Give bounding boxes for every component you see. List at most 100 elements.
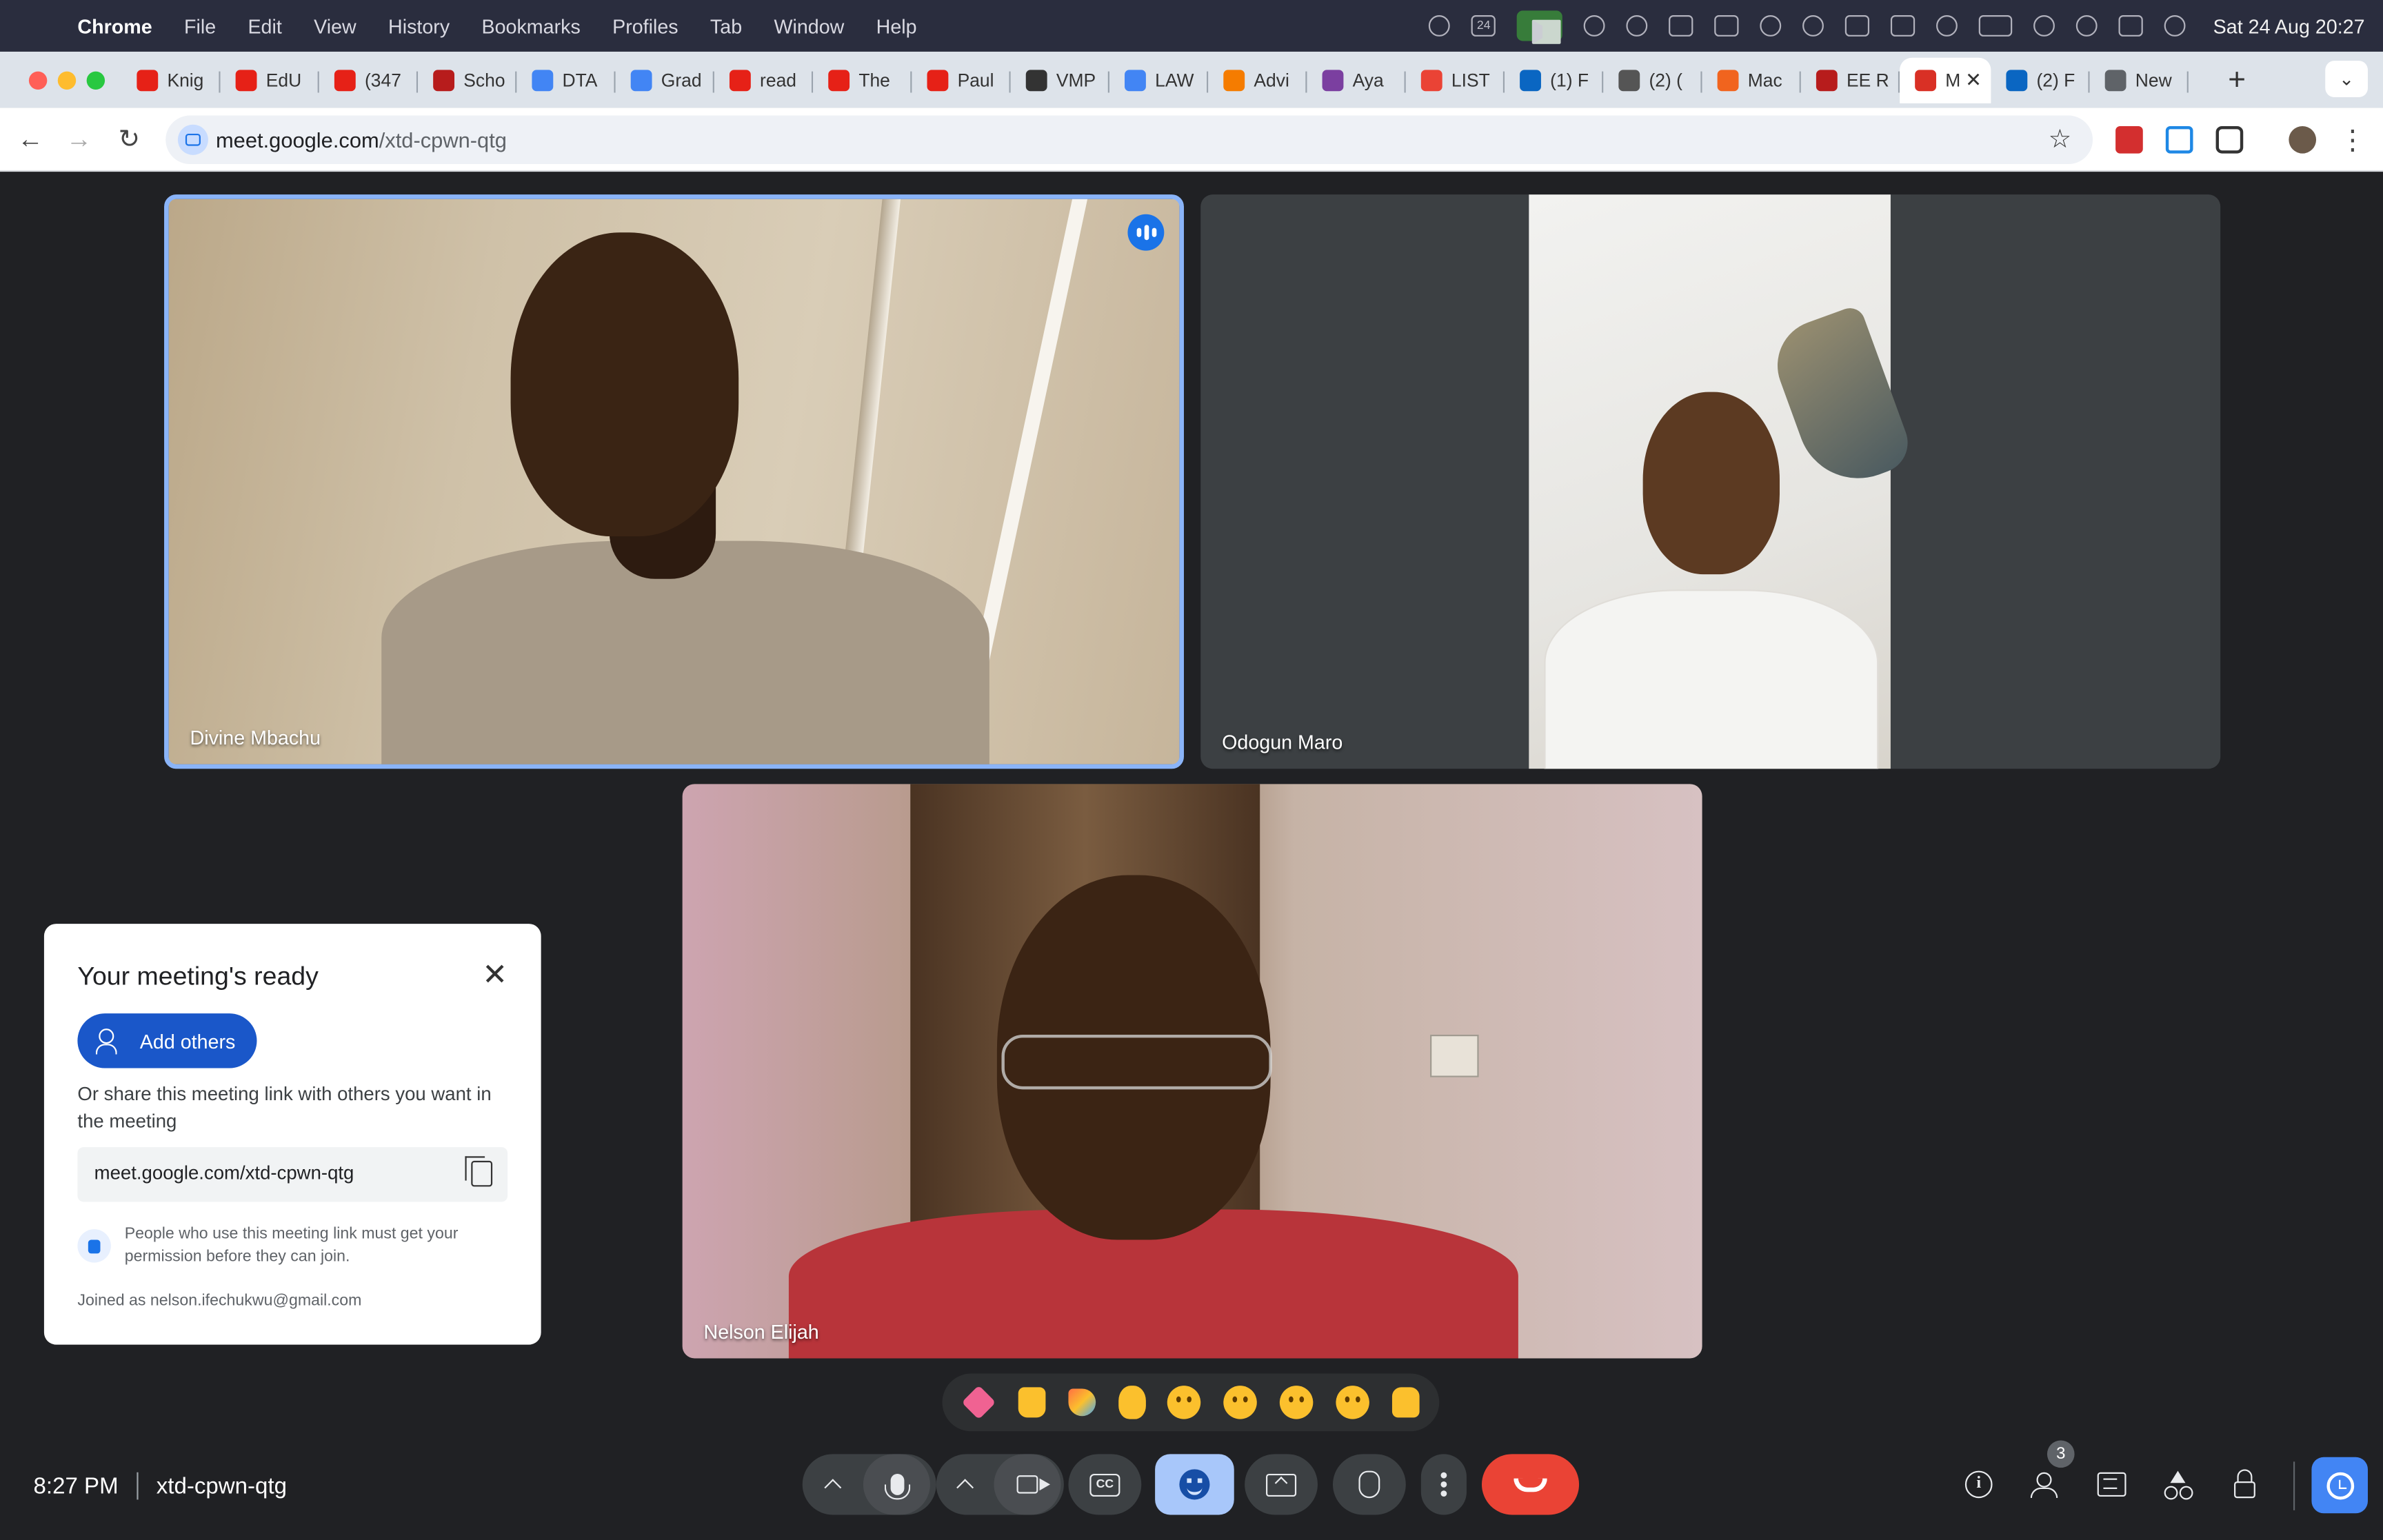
- browser-tab[interactable]: Knig: [121, 58, 221, 103]
- menu-history[interactable]: History: [388, 14, 450, 37]
- vpn-icon[interactable]: [1802, 15, 1824, 37]
- browser-tab[interactable]: (347: [319, 58, 419, 103]
- siri-icon[interactable]: [2164, 15, 2186, 37]
- menu-clock[interactable]: Sat 24 Aug 20:27: [2213, 14, 2365, 37]
- browser-tab[interactable]: (2) F: [1991, 58, 2090, 103]
- clapping-hands-icon[interactable]: [1118, 1386, 1146, 1419]
- browser-tab[interactable]: Paul: [912, 58, 1011, 103]
- thumbs-down-icon[interactable]: [1391, 1387, 1419, 1418]
- menu-file[interactable]: File: [184, 14, 216, 37]
- menu-tab[interactable]: Tab: [710, 14, 742, 37]
- people-button[interactable]: [2029, 1468, 2062, 1501]
- browser-tab[interactable]: LIST: [1406, 58, 1505, 103]
- profile-avatar[interactable]: [2289, 125, 2317, 154]
- menu-edit[interactable]: Edit: [248, 14, 281, 37]
- party-popper-icon[interactable]: [1068, 1388, 1096, 1417]
- screen-mirror-icon[interactable]: [1714, 15, 1740, 37]
- add-others-button[interactable]: Add others: [77, 1013, 257, 1068]
- thinking-face-icon[interactable]: [1335, 1386, 1369, 1419]
- address-bar[interactable]: meet.google.com/xtd-cpwn-qtg ☆: [165, 115, 2093, 165]
- captions-button[interactable]: CC: [1068, 1454, 1142, 1515]
- browser-tab[interactable]: (2) (: [1603, 58, 1702, 103]
- browser-tab[interactable]: VMP: [1011, 58, 1109, 103]
- back-arrow-icon[interactable]: ←: [14, 123, 47, 156]
- participant-tile-nelson[interactable]: Nelson Elijah: [682, 784, 1702, 1359]
- browser-tab[interactable]: The: [813, 58, 912, 103]
- bookmark-star-icon[interactable]: ☆: [2049, 125, 2072, 155]
- copy-icon[interactable]: [465, 1156, 493, 1187]
- display-icon[interactable]: [1891, 15, 1916, 37]
- host-controls-button[interactable]: [2228, 1468, 2261, 1501]
- meet-site-icon[interactable]: [177, 124, 208, 155]
- menu-profiles[interactable]: Profiles: [612, 14, 678, 37]
- extension-screen-icon[interactable]: [2165, 125, 2193, 154]
- surprised-face-icon[interactable]: [1223, 1386, 1258, 1419]
- participant-tile-divine[interactable]: Divine Mbachu: [164, 194, 1184, 769]
- camera-in-use-icon[interactable]: [1517, 10, 1563, 41]
- menu-bookmarks[interactable]: Bookmarks: [481, 14, 580, 37]
- reactions-button[interactable]: [1155, 1454, 1234, 1515]
- sparkling-heart-icon[interactable]: [963, 1386, 996, 1419]
- reload-icon[interactable]: ↻: [112, 123, 145, 156]
- sad-face-icon[interactable]: [1279, 1386, 1314, 1419]
- raise-hand-button[interactable]: [1332, 1454, 1406, 1515]
- chat-button[interactable]: [2094, 1468, 2127, 1501]
- browser-tab[interactable]: New: [2090, 58, 2189, 103]
- control-center-icon[interactable]: [2119, 15, 2144, 37]
- browser-tab[interactable]: (1) F: [1505, 58, 1604, 103]
- wifi-icon[interactable]: [2033, 15, 2055, 37]
- stop-recording-icon[interactable]: [1429, 15, 1451, 37]
- browser-tab[interactable]: Mac: [1702, 58, 1801, 103]
- meeting-info-button[interactable]: i: [1962, 1468, 1995, 1501]
- audio-settings-chevron-icon[interactable]: [803, 1475, 863, 1497]
- menu-app-name[interactable]: Chrome: [77, 14, 152, 37]
- browser-tab[interactable]: read: [714, 58, 814, 103]
- url-text[interactable]: meet.google.com/xtd-cpwn-qtg: [216, 128, 507, 152]
- activities-button[interactable]: [2161, 1468, 2194, 1501]
- forward-arrow-icon[interactable]: →: [62, 123, 95, 156]
- browser-tab[interactable]: M ✕: [1900, 57, 1991, 103]
- close-icon[interactable]: ✕: [482, 960, 507, 991]
- browser-tab[interactable]: EdU: [221, 58, 319, 103]
- moon-icon[interactable]: [1936, 15, 1958, 37]
- extensions-puzzle-icon[interactable]: [2215, 125, 2244, 154]
- browser-tab[interactable]: Grad: [616, 58, 714, 103]
- browser-tab[interactable]: Aya: [1307, 58, 1406, 103]
- volume-icon[interactable]: [1669, 15, 1693, 37]
- browser-tab[interactable]: Scho: [418, 58, 517, 103]
- present-button[interactable]: [1245, 1454, 1318, 1515]
- participant-tile-odogun[interactable]: Odogun Maro: [1200, 194, 2221, 769]
- browser-tab[interactable]: DTA: [516, 58, 616, 103]
- browser-tab[interactable]: LAW: [1109, 58, 1209, 103]
- timer-button[interactable]: [2311, 1457, 2368, 1514]
- meeting-link-box[interactable]: meet.google.com/xtd-cpwn-qtg: [77, 1147, 508, 1202]
- menu-window[interactable]: Window: [774, 14, 844, 37]
- meeting-link-text[interactable]: meet.google.com/xtd-cpwn-qtg: [94, 1162, 354, 1184]
- video-settings-chevron-icon[interactable]: [936, 1475, 994, 1497]
- navigation-icon[interactable]: [1584, 15, 1606, 37]
- menu-view[interactable]: View: [314, 14, 356, 37]
- menu-help[interactable]: Help: [876, 14, 917, 37]
- close-tab-icon[interactable]: ✕: [1965, 68, 1982, 92]
- close-window-icon[interactable]: [28, 71, 48, 90]
- battery-icon[interactable]: [1979, 15, 2013, 37]
- minimize-window-icon[interactable]: [57, 71, 77, 90]
- new-tab-icon[interactable]: +: [2228, 58, 2246, 103]
- extension-red-icon[interactable]: [2115, 125, 2143, 154]
- browser-tab[interactable]: Advi: [1208, 58, 1307, 103]
- browser-tab[interactable]: EE R: [1801, 58, 1900, 103]
- apple-icon[interactable]: [28, 14, 52, 38]
- calendar-icon[interactable]: 24: [1471, 15, 1496, 37]
- thumbs-up-icon[interactable]: [1018, 1387, 1046, 1418]
- browser-menu-icon[interactable]: ⋮: [2336, 123, 2369, 156]
- more-options-button[interactable]: [1420, 1454, 1467, 1515]
- tab-search-icon[interactable]: ⌄: [2325, 61, 2368, 98]
- grammarly-icon[interactable]: [1626, 15, 1648, 37]
- spotlight-search-icon[interactable]: [2076, 15, 2098, 37]
- mute-icon[interactable]: [1845, 15, 1870, 37]
- camera-button[interactable]: [994, 1454, 1061, 1515]
- tears-of-joy-icon[interactable]: [1167, 1386, 1202, 1419]
- play-icon[interactable]: [1760, 15, 1782, 37]
- leave-call-button[interactable]: [1481, 1454, 1580, 1515]
- microphone-button[interactable]: [863, 1454, 930, 1515]
